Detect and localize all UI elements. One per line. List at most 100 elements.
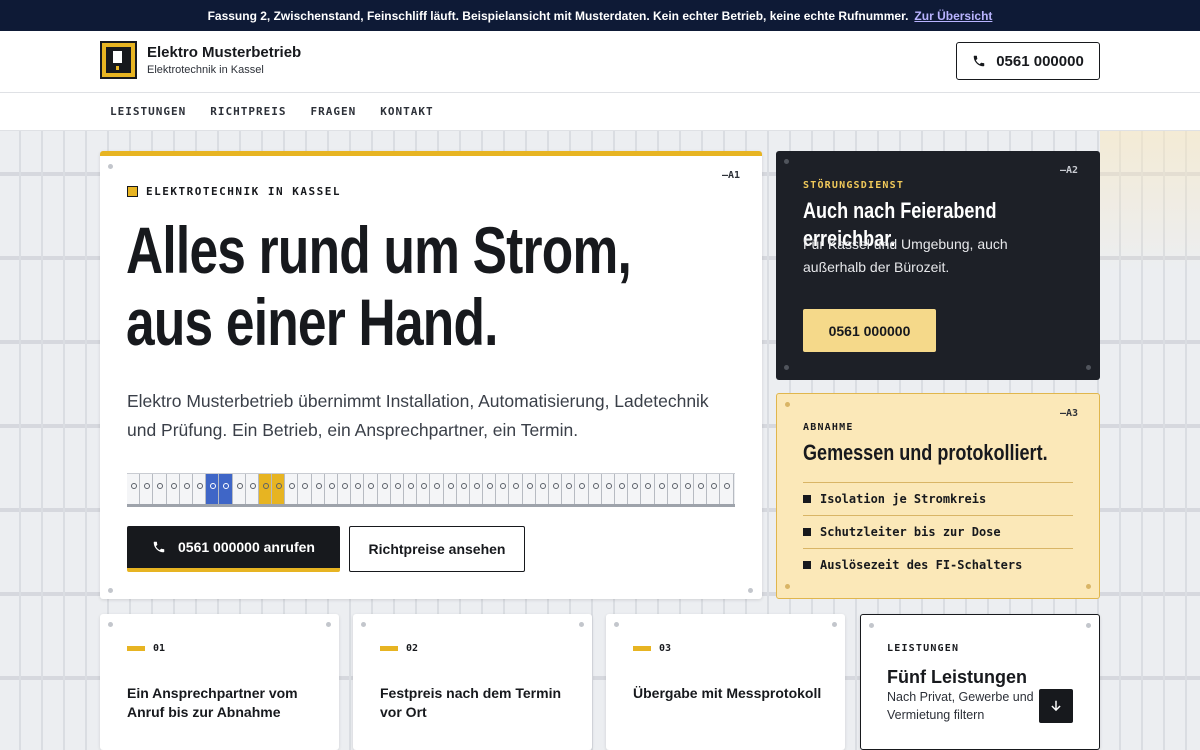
square-bullet-icon (803, 528, 811, 536)
screw-icon (361, 622, 366, 627)
breaker-module (694, 474, 708, 504)
screw-icon (785, 402, 790, 407)
call-button-label: 0561 000000 anrufen (178, 539, 315, 555)
teaser-subtitle: Nach Privat, Gewerbe und Vermietung filt… (887, 690, 1034, 722)
hero-title-line-2: aus einer Hand. (126, 285, 498, 359)
screw-icon (108, 622, 113, 627)
brand-subtitle: Elektrotechnik in Kassel (147, 64, 264, 76)
breaker-module (403, 474, 418, 504)
breaker-module (232, 474, 246, 504)
screw-icon (1086, 584, 1091, 589)
list-item: Schutzleiter bis zur Dose (803, 515, 1073, 548)
breaker-module (166, 474, 180, 504)
screw-icon (108, 588, 113, 593)
screw-icon (785, 584, 790, 589)
breaker-module (667, 474, 681, 504)
breaker-module (377, 474, 391, 504)
breaker-module (456, 474, 470, 504)
call-button[interactable]: 0561 000000 anrufen (127, 526, 340, 572)
breaker-module (285, 474, 299, 504)
nav-item-kontakt[interactable]: KONTAKT (380, 105, 433, 118)
breaker-module (417, 474, 431, 504)
screw-icon (108, 164, 113, 169)
breaker-module (245, 474, 259, 504)
breaker-module (720, 474, 734, 504)
nav-item-leistungen[interactable]: LEISTUNGEN (110, 105, 186, 118)
breaker-module (298, 474, 312, 504)
main-nav: LEISTUNGEN RICHTPREIS FRAGEN KONTAKT (0, 93, 1200, 131)
feature-text: Übergabe mit Messprotokoll (633, 685, 822, 701)
feature-number: 03 (633, 643, 671, 654)
din-rail-graphic (127, 473, 735, 507)
services-teaser-card[interactable]: LEISTUNGEN Fünf Leistungen Nach Privat, … (860, 614, 1100, 750)
hero-card: —A1 ELEKTROTECHNIK IN KASSEL Alles rund … (100, 151, 762, 599)
screw-icon (784, 159, 789, 164)
screw-icon (326, 622, 331, 627)
brand-name[interactable]: Elektro Musterbetrieb (147, 44, 301, 61)
breaker-module (628, 474, 642, 504)
phone-icon (153, 541, 165, 553)
feature-number-text: 03 (659, 643, 672, 654)
acceptance-card: —A3 ABNAHME Gemessen und protokolliert. … (776, 393, 1100, 599)
service-phone-button[interactable]: 0561 000000 (803, 309, 936, 352)
site-header: Elektro Musterbetrieb Elektrotechnik in … (0, 31, 1200, 93)
emergency-service-card: —A2 STÖRUNGSDIENST Auch nach Feierabend … (776, 151, 1100, 380)
screw-icon (1086, 623, 1091, 628)
fuse-box-logo-icon[interactable] (100, 41, 137, 79)
breaker-module (601, 474, 615, 504)
feature-number: 02 (380, 643, 418, 654)
arrow-down-icon (1051, 700, 1061, 712)
breaker-module (258, 474, 273, 504)
list-item-text: Schutzleiter bis zur Dose (820, 525, 1001, 539)
card-tag: —A2 (1060, 165, 1079, 176)
phone-icon (973, 55, 985, 67)
feature-number-text: 01 (153, 643, 166, 654)
breaker-module (588, 474, 602, 504)
breaker-module (575, 474, 589, 504)
card-tag: —A3 (1060, 408, 1079, 419)
list-item-text: Auslösezeit des FI-Schalters (820, 558, 1023, 572)
square-bullet-icon (127, 186, 138, 197)
scroll-down-button[interactable] (1039, 689, 1073, 723)
teaser-kicker: LEISTUNGEN (887, 643, 960, 654)
breaker-module (483, 474, 497, 504)
nav-item-fragen[interactable]: FRAGEN (310, 105, 356, 118)
screw-icon (832, 622, 837, 627)
header-phone-button[interactable]: 0561 000000 (956, 42, 1100, 80)
breaker-module (535, 474, 549, 504)
prices-button[interactable]: Richtpreise ansehen (349, 526, 525, 572)
feature-text: Festpreis nach dem Termin vor Ort (380, 685, 562, 720)
screw-icon (579, 622, 584, 627)
breaker-module (219, 474, 233, 504)
card-tag: —A1 (722, 170, 741, 181)
list-item: Isolation je Stromkreis (803, 482, 1073, 515)
breaker-module (443, 474, 457, 504)
service-kicker: STÖRUNGSDIENST (803, 180, 905, 191)
screw-icon (748, 588, 753, 593)
breaker-module (654, 474, 668, 504)
square-bullet-icon (803, 495, 811, 503)
breaker-module (562, 474, 576, 504)
breaker-module (496, 474, 510, 504)
square-bullet-icon (803, 561, 811, 569)
service-text: Für Kassel und Umgebung, auch außerhalb … (803, 236, 1008, 275)
nav-item-richtpreis[interactable]: RICHTPREIS (210, 105, 286, 118)
hero-kicker: ELEKTROTECHNIK IN KASSEL (127, 185, 341, 198)
header-phone-label: 0561 000000 (996, 52, 1084, 70)
overview-link[interactable]: Zur Übersicht (914, 9, 992, 23)
breaker-module (469, 474, 484, 504)
background-glow (1100, 131, 1200, 271)
breaker-module (324, 474, 338, 504)
acceptance-kicker: ABNAHME (803, 422, 854, 433)
feature-text: Ein Ansprechpartner vom Anruf bis zur Ab… (127, 685, 298, 720)
acceptance-list: Isolation je Stromkreis Schutzleiter bis… (803, 482, 1073, 581)
breaker-module (364, 474, 378, 504)
breaker-module (206, 474, 220, 504)
notice-text: Fassung 2, Zwischenstand, Feinschliff lä… (207, 8, 909, 23)
breaker-module (192, 474, 207, 504)
breaker-module (311, 474, 325, 504)
breaker-module (127, 474, 141, 504)
breaker-module (153, 474, 167, 504)
screw-icon (869, 623, 874, 628)
acceptance-title: Gemessen und protokolliert. (803, 440, 1048, 465)
